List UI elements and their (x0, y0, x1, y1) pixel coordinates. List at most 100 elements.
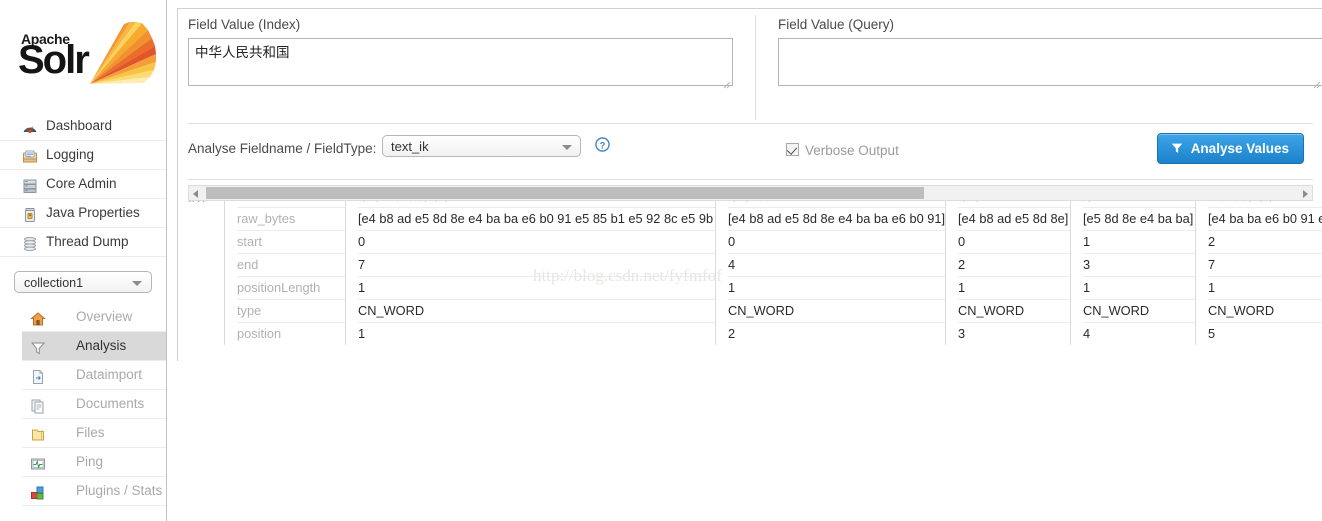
sidebar-core-nav: Overview Analysis Dataimport Documents F… (0, 303, 166, 506)
result-token-column: 中华[e4 b8 ad e5 8d 8e]021CN_WORD3 (945, 185, 1070, 345)
result-cell-position: 4 (1083, 326, 1091, 341)
sidebar-item-overview[interactable]: Overview (22, 303, 166, 332)
sidebar-item-dashboard[interactable]: Dashboard (0, 112, 166, 141)
analysis-result-area: http://blog.csdn.net/fyfmfof IKT textraw… (178, 185, 1322, 363)
result-cell-raw_bytes: [e5 8d 8e e4 ba ba] (1083, 208, 1195, 231)
scroll-right-arrow-icon[interactable] (1298, 186, 1312, 200)
sidebar-item-label: Dashboard (46, 118, 113, 133)
verbose-output-label: Verbose Output (805, 143, 899, 158)
field-value-index-label: Field Value (Index) (188, 17, 301, 32)
result-cell-end: 4 (728, 254, 945, 277)
sidebar-item-core-admin[interactable]: Core Admin (0, 170, 166, 199)
sidebar-item-label: Ping (76, 454, 104, 469)
field-value-query-label: Field Value (Query) (778, 17, 895, 32)
result-cell-positionLength: 1 (358, 277, 715, 300)
result-cell-type: CN_WORD (1208, 300, 1322, 323)
core-admin-icon (22, 176, 38, 193)
field-value-index-group: Field Value (Index) (188, 17, 733, 91)
result-cell-end: 7 (1208, 254, 1322, 277)
ping-monitor-icon (30, 454, 46, 470)
result-cell-positionLength: 1 (958, 277, 1070, 300)
solr-logo[interactable]: Apache Solr (0, 0, 167, 112)
result-cell-start: 2 (1208, 231, 1322, 254)
result-cell-start: 0 (958, 231, 1070, 254)
sidebar-item-label: Logging (46, 147, 95, 162)
documents-icon (30, 396, 46, 414)
field-value-query-group: Field Value (Query) (778, 17, 1322, 91)
field-value-index-input[interactable] (188, 38, 733, 86)
main-content: Field Value (Index) Field Value (Query) (168, 0, 1322, 521)
scroll-left-arrow-icon[interactable] (189, 186, 203, 200)
sidebar-main-nav: Dashboard Logging Core Admin Java Proper… (0, 112, 166, 257)
result-row-label: start (237, 231, 345, 254)
result-cell-position: 1 (358, 326, 366, 341)
checkbox-box (786, 143, 799, 156)
result-row-label: positionLength (237, 277, 345, 300)
result-cell-raw_bytes: [e4 ba ba e6 b0 91 e5 85 b1 e5 92 8c e5 … (1208, 208, 1322, 231)
result-cell-end: 3 (1083, 254, 1195, 277)
core-selector[interactable]: collection1 (14, 271, 152, 293)
result-row-labels: textraw_bytesstartendpositionLengthtypep… (224, 185, 345, 345)
sidebar-item-dataimport[interactable]: Dataimport (22, 361, 166, 390)
result-cell-end: 7 (358, 254, 715, 277)
result-row-label: raw_bytes (237, 208, 345, 231)
sidebar-item-label: Java Properties (46, 205, 140, 220)
result-row-label: end (237, 254, 345, 277)
sidebar-item-files[interactable]: Files (22, 419, 166, 448)
sidebar-item-label: Dataimport (76, 367, 143, 382)
analyse-values-label: Analyse Values (1190, 141, 1289, 156)
svg-text:?: ? (600, 140, 606, 150)
result-cell-type: CN_WORD (1083, 300, 1195, 323)
chevron-down-icon (132, 281, 142, 286)
overview-home-icon (30, 309, 46, 326)
analyse-values-button[interactable]: Analyse Values (1156, 133, 1304, 164)
sidebar-item-analysis[interactable]: Analysis (22, 332, 166, 361)
result-cell-start: 0 (728, 231, 945, 254)
thread-dump-icon (22, 234, 38, 252)
solr-sun-logo-icon (90, 22, 156, 84)
fieldtype-row: Analyse Fieldname / FieldType: text_ik ?… (178, 123, 1322, 179)
result-cell-positionLength: 1 (1208, 277, 1322, 300)
fieldtype-label: Analyse Fieldname / FieldType: (188, 141, 377, 156)
analysis-panel: Field Value (Index) Field Value (Query) (177, 8, 1322, 361)
result-token-column: 中华人民共和国[e4 b8 ad e5 8d 8e e4 ba ba e6 b0… (345, 185, 715, 345)
result-cell-positionLength: 1 (728, 277, 945, 300)
scrollbar-thumb[interactable] (206, 187, 924, 199)
result-cell-start: 1 (1083, 231, 1195, 254)
sidebar-item-label: Documents (76, 396, 145, 411)
sidebar-item-label: Analysis (76, 338, 127, 353)
result-cell-position: 5 (1208, 326, 1216, 341)
result-token-column: 中华人民[e4 b8 ad e5 8d 8e e4 ba ba e6 b0 91… (715, 185, 945, 345)
result-cell-position: 3 (958, 326, 966, 341)
result-cell-positionLength: 1 (1083, 277, 1195, 300)
field-values-row: Field Value (Index) Field Value (Query) (178, 9, 1322, 120)
result-cell-raw_bytes: [e4 b8 ad e5 8d 8e e4 ba ba e6 b0 91] (728, 208, 945, 231)
result-cell-start: 0 (358, 231, 715, 254)
logging-icon (22, 147, 38, 163)
java-properties-icon (22, 205, 38, 222)
result-cell-position: 2 (728, 326, 736, 341)
sidebar-item-logging[interactable]: Logging (0, 141, 166, 170)
fieldtype-select[interactable]: text_ik (382, 135, 581, 157)
horizontal-scrollbar[interactable] (188, 185, 1313, 201)
help-question-icon[interactable]: ? (595, 137, 610, 152)
sidebar-item-java-properties[interactable]: Java Properties (0, 199, 166, 228)
field-value-query-input[interactable] (778, 38, 1322, 86)
sidebar-item-plugins-stats[interactable]: Plugins / Stats (22, 477, 166, 506)
sidebar-item-ping[interactable]: Ping (22, 448, 166, 477)
analysis-result-table: IKT textraw_bytesstartendpositionLengtht… (188, 185, 1322, 345)
result-cell-end: 2 (958, 254, 1070, 277)
logo-solr-text: Solr (18, 38, 90, 82)
fieldtype-value: text_ik (391, 139, 429, 154)
verbose-output-checkbox[interactable]: Verbose Output (786, 143, 899, 158)
plugins-blocks-icon (30, 483, 46, 500)
result-cell-raw_bytes: [e4 b8 ad e5 8d 8e] (958, 208, 1070, 231)
sidebar-item-thread-dump[interactable]: Thread Dump (0, 228, 166, 257)
sidebar-item-label: Files (76, 425, 105, 440)
result-cell-type: CN_WORD (728, 300, 945, 323)
dataimport-icon (30, 367, 46, 384)
sidebar-item-documents[interactable]: Documents (22, 390, 166, 419)
divider-line-mid (188, 179, 1313, 180)
analysis-funnel-icon (30, 338, 46, 355)
dashboard-gauge-icon (22, 118, 38, 134)
